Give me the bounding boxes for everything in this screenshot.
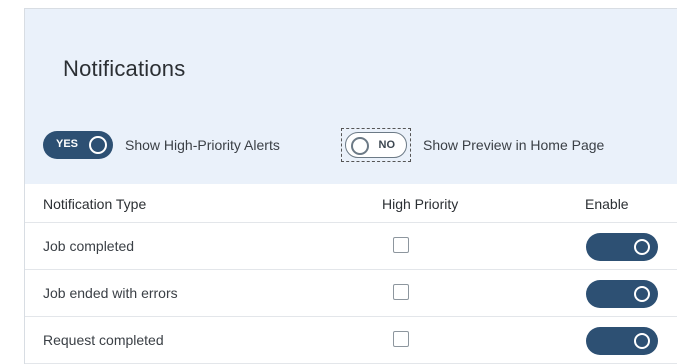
high-priority-checkbox[interactable] — [393, 331, 409, 347]
table-row: Job ended with errors — [25, 270, 677, 317]
notification-type-cell: Job completed — [43, 238, 135, 254]
notification-type-cell: Request completed — [43, 332, 164, 348]
high-priority-alerts-setting: YES Show High-Priority Alerts — [43, 129, 280, 161]
enable-toggle[interactable] — [586, 280, 658, 308]
table-row: Request completed — [25, 317, 677, 364]
table-header: Notification Type High Priority Enable — [25, 184, 677, 223]
high-priority-checkbox[interactable] — [393, 237, 409, 253]
page-title: Notifications — [63, 56, 186, 81]
switch-knob-icon — [351, 137, 369, 155]
notification-type-cell: Job ended with errors — [43, 285, 178, 301]
table-row: Job completed — [25, 223, 677, 270]
toggle-knob-icon — [634, 239, 650, 255]
enable-toggle[interactable] — [586, 233, 658, 261]
preview-home-page-switch[interactable]: NO — [345, 132, 407, 158]
high-priority-checkbox[interactable] — [393, 284, 409, 300]
high-priority-alerts-switch[interactable]: YES — [43, 131, 113, 159]
column-header-high-priority: High Priority — [382, 196, 459, 212]
toggle-knob-icon — [634, 286, 650, 302]
switch-state-label: YES — [56, 138, 79, 150]
notifications-header: Notifications YES Show High-Priority Ale… — [25, 9, 677, 184]
high-priority-alerts-label: Show High-Priority Alerts — [125, 137, 280, 153]
column-header-enable: Enable — [585, 196, 629, 212]
switch-state-label: NO — [378, 139, 396, 151]
preview-home-page-setting: NO Show Preview in Home Page — [341, 128, 605, 162]
column-header-notification-type: Notification Type — [43, 196, 147, 212]
toggle-knob-icon — [634, 333, 650, 349]
notifications-panel: Notifications YES Show High-Priority Ale… — [24, 8, 677, 364]
preview-home-page-label: Show Preview in Home Page — [423, 137, 605, 153]
switch-knob-icon — [89, 136, 107, 154]
enable-toggle[interactable] — [586, 327, 658, 355]
focus-outline: NO — [341, 128, 411, 162]
